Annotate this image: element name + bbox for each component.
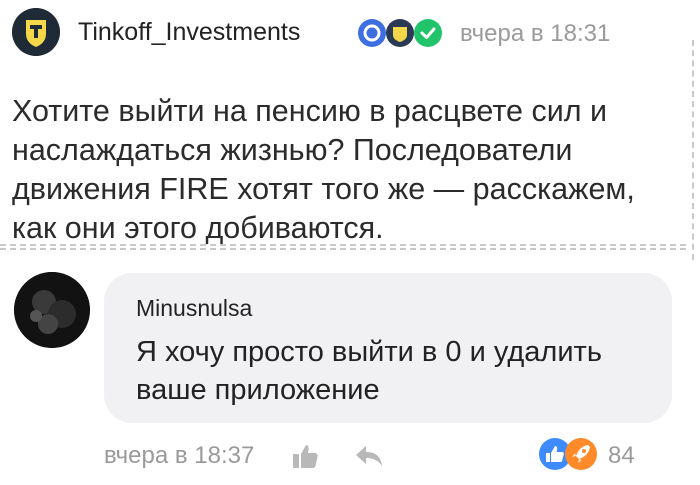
post-author[interactable]: Tinkoff_Investments [78,18,300,47]
tinkoff-logo-icon [12,8,60,56]
avatar-image [14,272,90,348]
like-button[interactable] [291,442,319,470]
reactions[interactable] [538,437,600,471]
divider [0,244,686,250]
post-header: Tinkoff_Investments вчера в 18:31 [12,8,688,56]
comment-footer: вчера в 18:37 84 [104,434,688,474]
tinkoff-avatar[interactable] [12,8,60,56]
scrollbar[interactable] [692,40,696,260]
tinkoff-badge-icon [385,18,415,48]
post-text: Хотите выйти на пенсию в расцвете сил и … [12,94,635,245]
comment-avatar[interactable] [14,272,90,348]
reply-icon [356,446,382,466]
comment-text: Я хочу просто выйти в 0 и удалить ваше п… [136,336,602,406]
reaction-count: 84 [608,442,635,469]
blue-badge-icon [357,18,387,48]
rocket-reaction-icon [564,437,598,471]
comment-time[interactable]: вчера в 18:37 [104,442,254,470]
post-time[interactable]: вчера в 18:31 [460,20,610,48]
reply-button[interactable] [354,444,384,468]
thumbs-up-icon [293,445,318,468]
comment-author[interactable]: Minusnulsa [136,295,252,322]
author-badges [357,18,449,48]
verified-icon [413,18,443,48]
comment-bubble: Minusnulsa Я хочу просто выйти в 0 и уда… [104,273,672,423]
